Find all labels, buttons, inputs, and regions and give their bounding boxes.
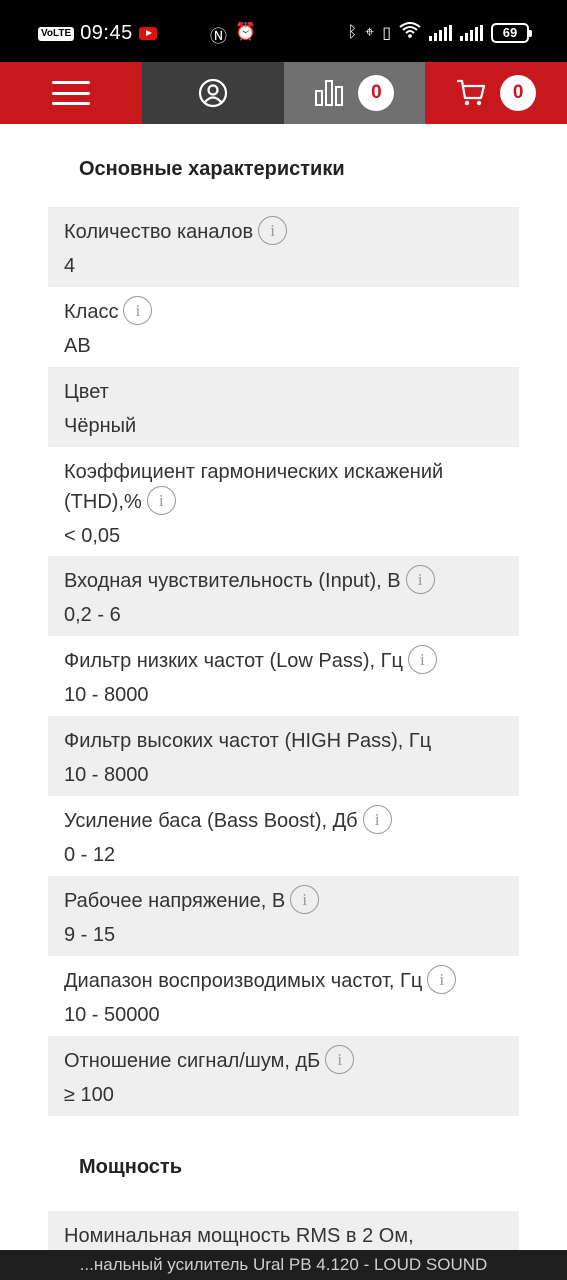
spec-row-class: Класс i АВ xyxy=(48,287,519,367)
spec-value: АВ xyxy=(64,335,91,358)
vibrate-icon: ▯ xyxy=(382,24,391,42)
spec-list-main: Количество каналов i 4 Класс i АВ Цвет Чёр… xyxy=(48,207,519,1116)
spec-value: ≥ 100 xyxy=(64,1084,114,1107)
menu-button[interactable] xyxy=(0,62,142,124)
wifi-icon xyxy=(399,22,421,43)
spec-row-high-pass: Фильтр высоких частот (HIGH Pass), Гц 10… xyxy=(48,716,519,796)
status-bar-right: ᛒ ⌖ ▯ 69 xyxy=(347,22,532,43)
product-specs: Основные характеристики Количество канал… xyxy=(0,124,567,1280)
spec-row-color: Цвет Чёрный xyxy=(48,367,519,447)
top-navbar: 0 0 xyxy=(0,62,567,124)
info-icon[interactable]: i xyxy=(325,1045,355,1075)
spec-row-frequency-range: Диапазон воспроизводимых частот, Гц i 10 … xyxy=(48,956,519,1036)
spec-row-channels: Количество каналов i 4 xyxy=(48,207,519,287)
account-button[interactable] xyxy=(141,62,284,124)
battery-icon: 69 xyxy=(491,22,532,43)
section-title-main: Основные характеристики xyxy=(79,158,345,180)
info-icon[interactable]: i xyxy=(427,965,457,995)
spec-value: < 0,05 xyxy=(64,525,121,548)
nfc-icon: Ⓝ xyxy=(210,27,227,46)
status-bar-left: VoLTE 09:45 xyxy=(38,22,157,45)
spec-label: Входная чувствительность (Input), Вi xyxy=(64,565,503,596)
section-title-power: Мощность xyxy=(79,1156,182,1178)
spec-row-snr: Отношение сигнал/шум, дБ i ≥ 100 xyxy=(48,1036,519,1116)
cart-count-badge: 0 xyxy=(500,75,537,111)
clock: 09:45 xyxy=(80,22,133,44)
spec-label: Фильтр низких частот (Low Pass), Гц i xyxy=(64,645,503,676)
location-icon: ⌖ xyxy=(365,23,375,41)
cart-button[interactable]: 0 xyxy=(425,62,567,124)
spec-row-thd: Коэффициент гармонических искажений (THD)… xyxy=(48,447,519,556)
spec-label: Диапазон воспроизводимых частот, Гц i xyxy=(64,965,503,996)
spec-label: Отношение сигнал/шум, дБ i xyxy=(64,1045,503,1076)
spec-value: 10 - 8000 xyxy=(64,764,149,786)
menu-icon xyxy=(51,81,90,105)
spec-value: 10 - 8000 xyxy=(64,684,149,707)
spec-label: Фильтр высоких частот (HIGH Pass), Гц xyxy=(64,730,432,752)
page-title-bar: ...нальный усилитель Ural PB 4.120 - LOU… xyxy=(0,1250,567,1280)
spec-value: 0,2 - 6 xyxy=(64,604,121,627)
user-icon xyxy=(198,78,227,108)
spec-label: Количество каналов i xyxy=(64,216,503,247)
spec-label: Номинальная мощность RMS в 2 Ом, xyxy=(64,1225,414,1247)
spec-label: Коэффициент гармонических искажений (THD)… xyxy=(64,457,503,517)
cart-icon xyxy=(457,79,486,106)
spec-row-bass-boost: Усиление баса (Bass Boost), Дб i 0 - 12 xyxy=(48,796,519,876)
spec-label: Рабочее напряжение, Вi xyxy=(64,885,503,916)
spec-label: Класс i xyxy=(64,296,503,327)
status-bar: VoLTE 09:45 Ⓝ ⏰ ᛒ ⌖ ▯ 69 xyxy=(0,0,567,62)
spec-value: Чёрный xyxy=(64,415,137,437)
spec-label: Усиление баса (Bass Boost), Дб i xyxy=(64,805,503,836)
spec-label: Цвет xyxy=(64,381,109,403)
info-icon[interactable]: i xyxy=(362,805,392,835)
signal-1-icon xyxy=(429,24,452,41)
spec-value: 4 xyxy=(64,255,76,278)
compare-icon xyxy=(315,80,344,106)
info-icon[interactable]: i xyxy=(407,645,437,675)
spec-row-input: Входная чувствительность (Input), Вi 0,2… xyxy=(48,556,519,636)
spec-row-low-pass: Фильтр низких частот (Low Pass), Гц i 10 … xyxy=(48,636,519,716)
info-icon[interactable]: i xyxy=(146,486,176,516)
signal-2-icon xyxy=(460,24,483,41)
spec-value: 0 - 12 xyxy=(64,844,116,867)
info-icon[interactable]: i xyxy=(123,296,153,326)
spec-value: 10 - 50000 xyxy=(64,1004,160,1027)
compare-count-badge: 0 xyxy=(358,75,395,111)
spec-value: 9 - 15 xyxy=(64,924,116,947)
alarm-icon: ⏰ xyxy=(235,22,257,41)
spec-row-voltage: Рабочее напряжение, Вi 9 - 15 xyxy=(48,876,519,956)
info-icon[interactable]: i xyxy=(290,885,320,915)
compare-button[interactable]: 0 xyxy=(283,62,426,124)
volte-icon: VoLTE xyxy=(38,26,75,41)
info-icon[interactable]: i xyxy=(405,565,435,595)
bluetooth-icon: ᛒ xyxy=(347,23,358,41)
info-icon[interactable]: i xyxy=(258,216,288,246)
youtube-notification-icon xyxy=(138,27,157,40)
status-bar-notifications: Ⓝ ⏰ xyxy=(210,22,256,47)
